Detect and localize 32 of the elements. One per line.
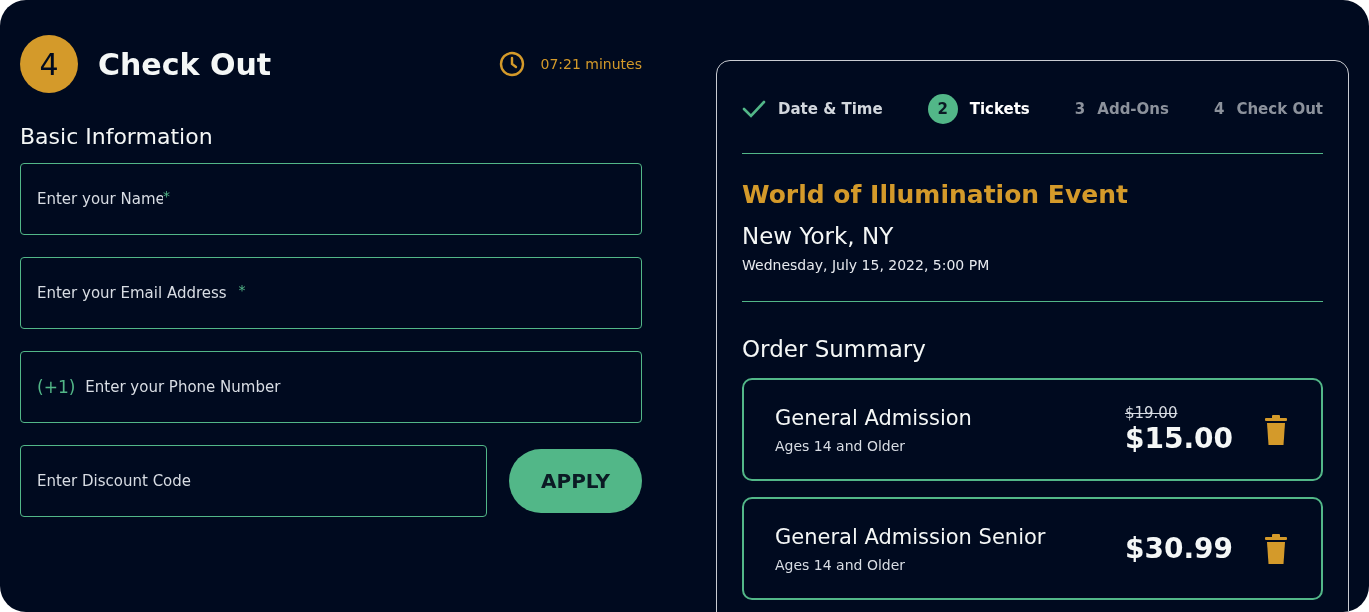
clock-icon [498,51,525,77]
step-label[interactable]: Tickets [969,100,1030,118]
section-heading: Order Summary [742,336,927,362]
ticket-price: $30.99 [1124,532,1233,565]
event-location: New York, NY [742,223,895,249]
event-date: Wednesday, July 15, 2022, 5:00 PM [742,257,991,273]
trash-icon[interactable] [1265,533,1287,564]
discount-input[interactable]: Enter Discount Code [37,472,470,490]
step-number: 4 [1214,100,1225,118]
ticket-name: General Admission Senior [775,524,1047,549]
step-label[interactable]: Check Out [1236,100,1323,118]
ticket-price: $15.00 [1124,422,1233,455]
input-field[interactable]: Enter your Email Address [37,284,239,302]
page-title: Check Out [98,46,273,82]
ticket-note: Ages 14 and Older [775,437,907,454]
ticket-name: General Admission [775,405,973,430]
event-title: World of Illumination Event [742,180,1129,209]
old-price: $19.00 [1124,404,1178,422]
country-code: (+1) [37,377,76,397]
step-number-badge: 2 [927,94,958,124]
step-label[interactable]: Add-Ons [1097,100,1169,118]
ticket-note: Ages 14 and Older [775,556,907,573]
phone-input[interactable]: Enter your Phone Number [85,378,556,396]
trash-icon[interactable] [1265,414,1287,445]
required-mark: * [238,282,246,298]
step-badge: 4 [20,35,78,93]
timer-text: 07:21 minutes [540,56,642,72]
step-number: 3 [1074,100,1086,118]
step-label[interactable]: Date & Time [778,100,883,118]
required-mark: * [163,188,170,204]
section-heading: Basic Information [20,124,214,149]
apply-button[interactable]: APPLY [509,449,642,513]
